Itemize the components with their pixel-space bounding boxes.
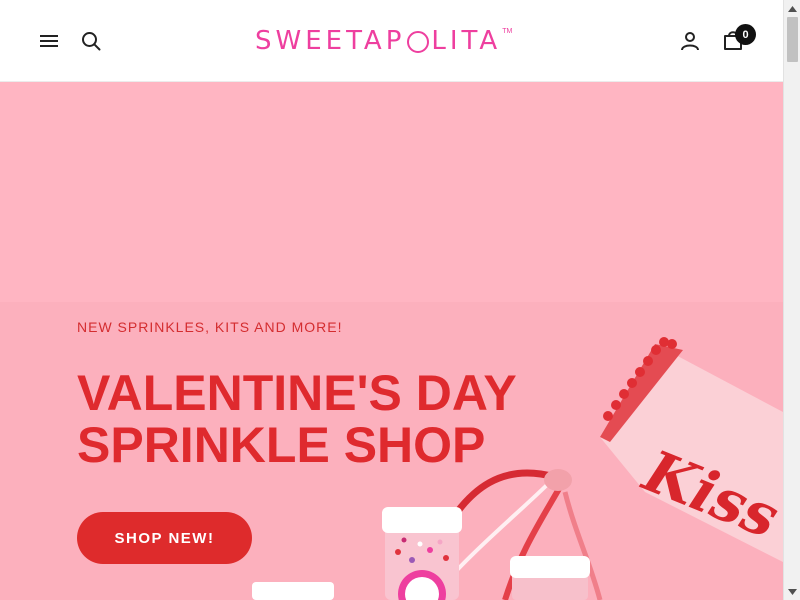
hero-banner: Kiss NEW SPRINKLES, KITS AND MORE! VALEN… xyxy=(0,82,783,600)
shop-new-button[interactable]: SHOP NEW! xyxy=(77,512,252,564)
hamburger-menu-icon[interactable] xyxy=(38,30,60,52)
sprinkle-jar-right xyxy=(510,556,590,600)
page-scrollbar[interactable] xyxy=(783,0,800,600)
scrollbar-thumb[interactable] xyxy=(787,17,798,62)
logo-text-start: SWEETAP xyxy=(255,26,406,56)
hero-eyebrow: NEW SPRINKLES, KITS AND MORE! xyxy=(77,319,343,335)
logo-trademark: TM xyxy=(502,27,513,35)
logo-text-end: LITA xyxy=(431,26,502,56)
scroll-down-arrow-icon[interactable] xyxy=(784,583,800,600)
site-header: SWEETAP LITA TM 0 xyxy=(0,0,783,82)
scroll-up-arrow-icon[interactable] xyxy=(784,0,800,17)
user-icon[interactable] xyxy=(679,30,701,52)
page: SWEETAP LITA TM 0 Kiss NEW SPRINKLES, KI… xyxy=(0,0,783,600)
cart-count-badge[interactable]: 0 xyxy=(735,24,756,45)
sprinkle-jar-center xyxy=(382,507,462,600)
search-icon[interactable] xyxy=(80,30,102,52)
site-logo[interactable]: SWEETAP LITA TM xyxy=(255,24,512,58)
headline-line-1: VALENTINE'S DAY xyxy=(77,365,517,421)
kiss-pennant: Kiss xyxy=(600,337,783,562)
sprinkle-jar-left xyxy=(252,582,334,600)
logo-smiley-icon xyxy=(407,31,430,53)
hero-headline: VALENTINE'S DAY SPRINKLE SHOP xyxy=(77,367,597,471)
headline-line-2: SPRINKLE SHOP xyxy=(77,417,486,473)
